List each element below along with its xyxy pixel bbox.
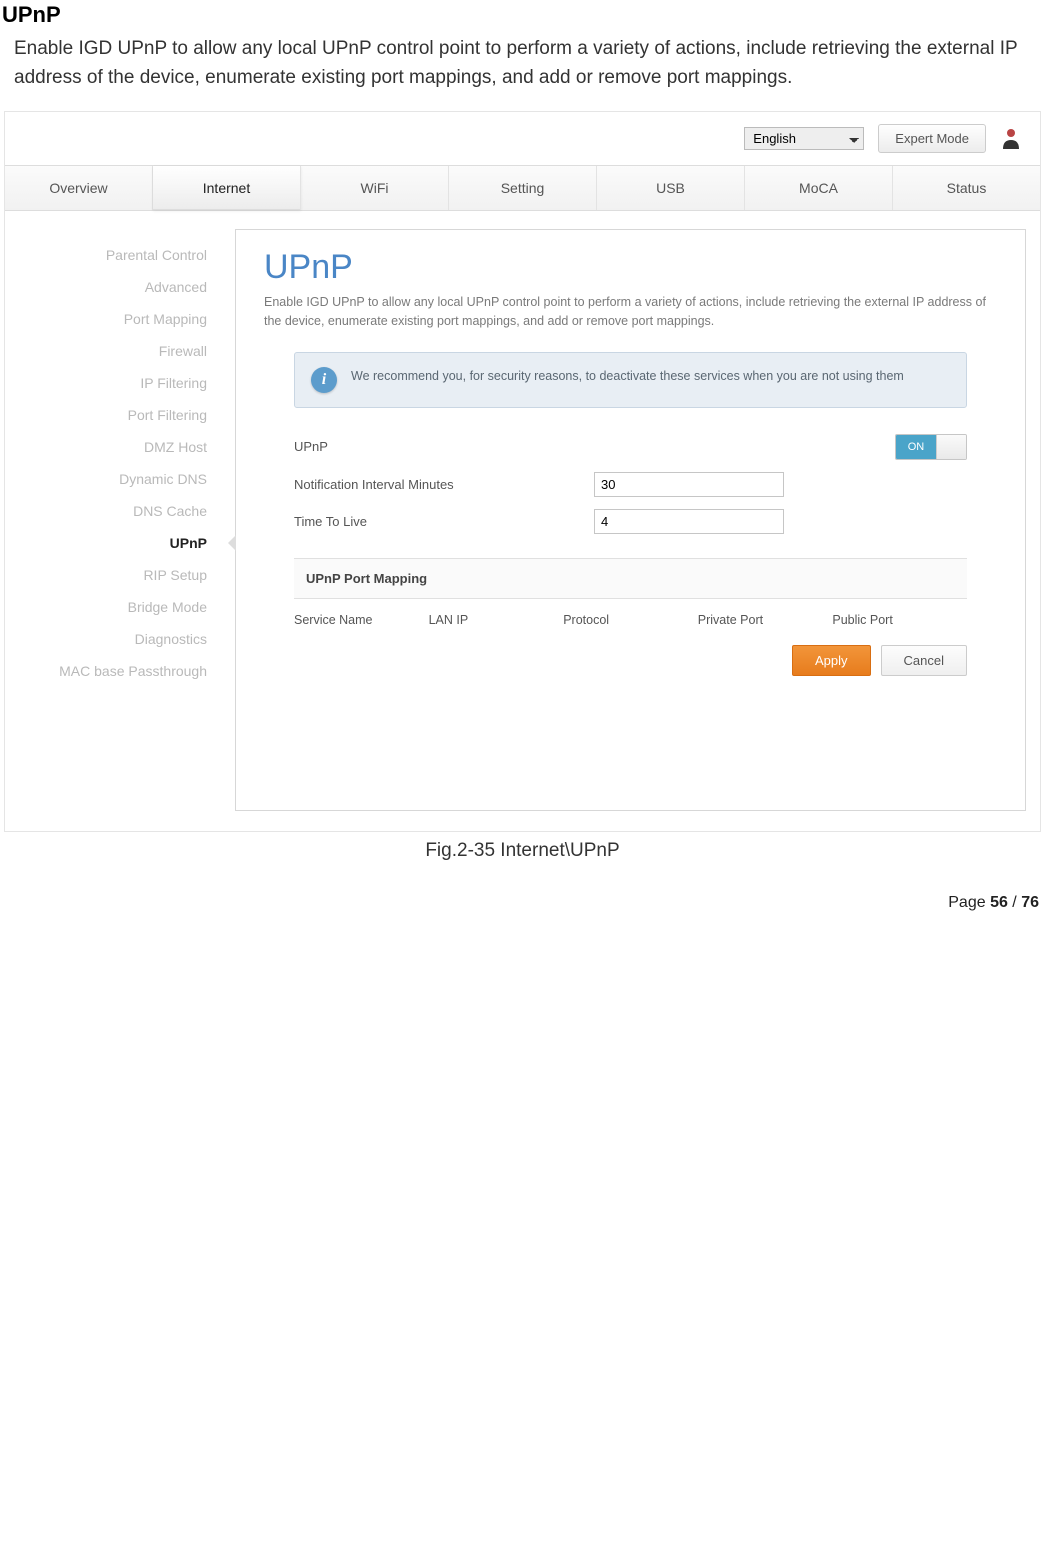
upnp-toggle[interactable]: ON xyxy=(895,434,967,460)
sidemenu-bridge-mode[interactable]: Bridge Mode xyxy=(5,591,235,623)
col-lan-ip: LAN IP xyxy=(429,613,564,627)
tab-status[interactable]: Status xyxy=(893,166,1040,210)
sidemenu-firewall[interactable]: Firewall xyxy=(5,335,235,367)
port-mapping-section-header: UPnP Port Mapping xyxy=(294,558,967,599)
cancel-button[interactable]: Cancel xyxy=(881,645,967,676)
tab-usb[interactable]: USB xyxy=(597,166,745,210)
port-mapping-table-header: Service Name LAN IP Protocol Private Por… xyxy=(294,613,967,627)
doc-intro-text: Enable IGD UPnP to allow any local UPnP … xyxy=(0,32,1045,111)
interval-label: Notification Interval Minutes xyxy=(294,477,594,492)
action-buttons: Apply Cancel xyxy=(294,645,967,676)
col-service-name: Service Name xyxy=(294,613,429,627)
info-banner: i We recommend you, for security reasons… xyxy=(294,352,967,408)
col-public-port: Public Port xyxy=(832,613,967,627)
tab-overview[interactable]: Overview xyxy=(5,166,153,210)
info-banner-text: We recommend you, for security reasons, … xyxy=(351,367,904,386)
sidemenu-diagnostics[interactable]: Diagnostics xyxy=(5,623,235,655)
interval-input[interactable] xyxy=(594,472,784,497)
sidemenu-dns-cache[interactable]: DNS Cache xyxy=(5,495,235,527)
page-footer: Page 56 / 76 xyxy=(948,894,1039,912)
apply-button[interactable]: Apply xyxy=(792,645,871,676)
upnp-form: UPnP ON Notification Interval Minutes Ti… xyxy=(294,428,967,540)
content-panel: UPnP Enable IGD UPnP to allow any local … xyxy=(235,229,1026,811)
ttl-label: Time To Live xyxy=(294,514,594,529)
sidemenu-parental-control[interactable]: Parental Control xyxy=(5,239,235,271)
toggle-on-label: ON xyxy=(896,435,936,459)
router-ui-screenshot: English Expert Mode Overview Internet Wi… xyxy=(4,111,1041,832)
tab-internet[interactable]: Internet xyxy=(153,166,301,210)
tab-moca[interactable]: MoCA xyxy=(745,166,893,210)
sidemenu-upnp[interactable]: UPnP xyxy=(5,527,235,559)
col-protocol: Protocol xyxy=(563,613,698,627)
sidemenu-port-mapping[interactable]: Port Mapping xyxy=(5,303,235,335)
topbar: English Expert Mode xyxy=(5,112,1040,165)
sidemenu-ip-filtering[interactable]: IP Filtering xyxy=(5,367,235,399)
admin-user-icon[interactable] xyxy=(1000,127,1022,149)
panel-title: UPnP xyxy=(264,248,997,287)
page-current: 56 xyxy=(990,894,1008,911)
language-select[interactable]: English xyxy=(744,127,864,150)
sidemenu-rip-setup[interactable]: RIP Setup xyxy=(5,559,235,591)
page-sep: / xyxy=(1008,894,1021,911)
panel-description: Enable IGD UPnP to allow any local UPnP … xyxy=(264,293,997,332)
sidemenu-mac-passthrough[interactable]: MAC base Passthrough xyxy=(5,655,235,687)
main-tab-bar: Overview Internet WiFi Setting USB MoCA … xyxy=(5,165,1040,211)
doc-section-heading: UPnP xyxy=(0,0,1045,32)
tab-setting[interactable]: Setting xyxy=(449,166,597,210)
ttl-input[interactable] xyxy=(594,509,784,534)
side-menu: Parental Control Advanced Port Mapping F… xyxy=(5,211,235,831)
tab-wifi[interactable]: WiFi xyxy=(301,166,449,210)
expert-mode-button[interactable]: Expert Mode xyxy=(878,124,986,153)
sidemenu-port-filtering[interactable]: Port Filtering xyxy=(5,399,235,431)
figure-caption: Fig.2-35 Internet\UPnP xyxy=(0,832,1045,862)
info-icon: i xyxy=(311,367,337,393)
sidemenu-advanced[interactable]: Advanced xyxy=(5,271,235,303)
toggle-knob xyxy=(936,435,966,459)
upnp-toggle-label: UPnP xyxy=(294,439,594,454)
sidemenu-dynamic-dns[interactable]: Dynamic DNS xyxy=(5,463,235,495)
col-private-port: Private Port xyxy=(698,613,833,627)
sidemenu-dmz-host[interactable]: DMZ Host xyxy=(5,431,235,463)
page-prefix: Page xyxy=(948,894,990,911)
page-total: 76 xyxy=(1021,894,1039,911)
